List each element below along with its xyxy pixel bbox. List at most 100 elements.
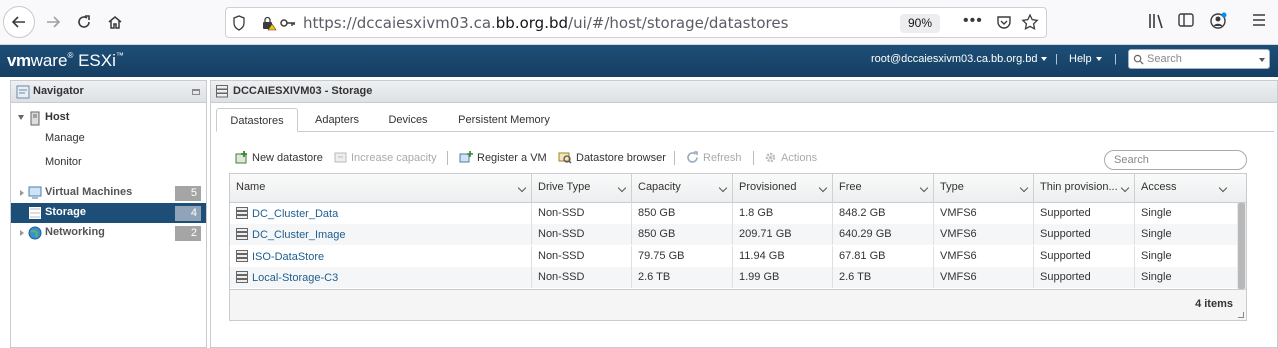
key-icon[interactable] <box>280 16 296 30</box>
search-icon <box>1133 54 1144 65</box>
chevron-right-icon[interactable] <box>20 230 24 236</box>
datastore-icon <box>236 250 248 262</box>
nav-item-host[interactable]: Host <box>11 108 206 128</box>
divider: | <box>1114 53 1117 65</box>
url-text[interactable]: https://dccaiesxivm03.ca.bb.org.bd/ui/#/… <box>303 14 788 32</box>
chevron-down-icon[interactable] <box>1218 183 1228 193</box>
nav-item-virtual-machines[interactable]: Virtual Machines 5 <box>11 183 206 203</box>
tab-persistent-memory[interactable]: Persistent Memory <box>452 108 556 132</box>
register-vm-icon <box>459 151 473 163</box>
column-header-thin-provisioning[interactable]: Thin provision... <box>1034 174 1135 203</box>
chevron-down-icon[interactable] <box>818 183 828 193</box>
vmware-esxi-logo: vmware® ESXi™ <box>7 51 124 70</box>
table-row[interactable]: DC_Cluster_Image Non-SSD 850 GB 209.71 G… <box>230 224 1237 245</box>
column-header-provisioned[interactable]: Provisioned <box>733 174 833 203</box>
datastore-name-link[interactable]: DC_Cluster_Data <box>252 208 338 220</box>
minimize-icon[interactable] <box>192 89 200 95</box>
account-icon[interactable] <box>1209 12 1227 30</box>
provisioned-cell: 1.8 GB <box>733 203 833 224</box>
back-button[interactable] <box>3 6 35 38</box>
shield-icon[interactable] <box>232 15 246 31</box>
chevron-down-icon[interactable] <box>919 183 929 193</box>
more-actions-icon[interactable]: ••• <box>963 12 983 30</box>
table-row[interactable]: DC_Cluster_Data Non-SSD 850 GB 1.8 GB 84… <box>230 203 1237 224</box>
increase-capacity-button[interactable]: Increase capacity <box>334 151 437 164</box>
chevron-down-icon[interactable] <box>718 183 728 193</box>
gear-icon <box>765 152 776 163</box>
zoom-level[interactable]: 90% <box>900 14 940 33</box>
refresh-button[interactable]: Refresh <box>686 151 742 164</box>
drive-type-cell: Non-SSD <box>532 203 632 224</box>
caret-down-icon[interactable] <box>1259 58 1265 62</box>
datastore-name-link[interactable]: ISO-DataStore <box>252 251 324 263</box>
browser-toolbar: https://dccaiesxivm03.ca.bb.org.bd/ui/#/… <box>0 0 1278 45</box>
reload-button[interactable] <box>69 6 99 38</box>
lock-warning-icon[interactable] <box>261 15 277 31</box>
item-count: 4 items <box>1195 298 1233 310</box>
nav-item-manage[interactable]: Manage <box>11 129 206 149</box>
nav-item-networking[interactable]: Networking 2 <box>11 223 206 243</box>
table-row[interactable]: Local-Storage-C3 Non-SSD 2.6 TB 1.99 GB … <box>230 267 1237 288</box>
column-header-type[interactable]: Type <box>934 174 1034 203</box>
datastore-search-input[interactable]: Search <box>1104 150 1247 170</box>
column-header-name[interactable]: Name <box>230 174 532 203</box>
reload-icon <box>78 15 90 28</box>
count-badge: 4 <box>175 206 201 221</box>
toolbar-divider <box>674 151 675 165</box>
globe-icon <box>28 226 42 240</box>
provisioned-cell: 1.99 GB <box>733 267 833 288</box>
navigator-panel: Navigator Host Manage Monitor Virtual Ma… <box>10 80 207 348</box>
chevron-down-icon[interactable] <box>517 183 527 193</box>
new-datastore-button[interactable]: New datastore <box>235 151 323 164</box>
datastore-name-link[interactable]: DC_Cluster_Image <box>252 229 346 241</box>
help-menu[interactable]: Help <box>1069 53 1102 65</box>
datastore-name-link[interactable]: Local-Storage-C3 <box>252 272 338 284</box>
resize-grip-icon[interactable] <box>1238 312 1244 318</box>
table-row[interactable]: ISO-DataStore Non-SSD 79.75 GB 11.94 GB … <box>230 246 1237 267</box>
column-header-access[interactable]: Access <box>1135 174 1246 203</box>
home-button[interactable] <box>100 6 130 38</box>
forward-button[interactable] <box>38 6 68 38</box>
tab-datastores[interactable]: Datastores <box>216 108 298 132</box>
arrow-left-icon <box>11 16 25 28</box>
capacity-cell: 850 GB <box>632 203 733 224</box>
tab-adapters[interactable]: Adapters <box>304 108 370 132</box>
chevron-down-icon[interactable] <box>18 115 24 120</box>
column-header-capacity[interactable]: Capacity <box>632 174 733 203</box>
refresh-icon <box>687 151 698 163</box>
drive-type-cell: Non-SSD <box>532 224 632 245</box>
type-cell: VMFS6 <box>934 203 1034 224</box>
chevron-down-icon[interactable] <box>617 183 627 193</box>
chevron-right-icon[interactable] <box>20 190 24 196</box>
table-header: Name Drive Type Capacity Provisioned Fre… <box>230 174 1246 203</box>
tab-devices[interactable]: Devices <box>378 108 438 132</box>
sidebar-icon[interactable] <box>1178 12 1194 28</box>
nav-item-monitor[interactable]: Monitor <box>11 153 206 173</box>
datastore-icon <box>236 207 248 219</box>
actions-button[interactable]: Actions <box>764 151 817 164</box>
nav-item-storage[interactable]: Storage 4 <box>11 203 206 223</box>
chevron-down-icon[interactable] <box>1120 183 1130 193</box>
bookmark-star-icon[interactable] <box>1021 13 1039 31</box>
capacity-cell: 2.6 TB <box>632 267 733 288</box>
scrollbar-thumb[interactable] <box>1238 203 1245 289</box>
esxi-header: vmware® ESXi™ root@dccaiesxivm03.ca.bb.o… <box>0 45 1278 77</box>
tab-bar: Datastores Adapters Devices Persistent M… <box>216 108 1274 132</box>
datastores-table: Name Drive Type Capacity Provisioned Fre… <box>229 173 1247 321</box>
thin-provisioning-cell: Supported <box>1034 224 1135 245</box>
user-menu[interactable]: root@dccaiesxivm03.ca.bb.org.bd <box>871 53 1048 65</box>
thin-provisioning-cell: Supported <box>1034 267 1135 288</box>
menu-icon[interactable] <box>1251 12 1267 28</box>
column-header-free[interactable]: Free <box>833 174 934 203</box>
column-header-drive-type[interactable]: Drive Type <box>532 174 632 203</box>
url-bar[interactable]: https://dccaiesxivm03.ca.bb.org.bd/ui/#/… <box>225 7 1047 38</box>
free-cell: 640.29 GB <box>833 224 934 245</box>
register-vm-button[interactable]: Register a VM <box>459 151 547 164</box>
capacity-cell: 79.75 GB <box>632 246 733 267</box>
datastore-browser-button[interactable]: Datastore browser <box>558 151 666 164</box>
chevron-down-icon[interactable] <box>1019 183 1029 193</box>
pocket-icon[interactable] <box>996 14 1012 30</box>
vertical-scrollbar[interactable] <box>1237 203 1246 289</box>
global-search-input[interactable]: Search <box>1128 49 1270 69</box>
library-icon[interactable] <box>1148 12 1166 30</box>
